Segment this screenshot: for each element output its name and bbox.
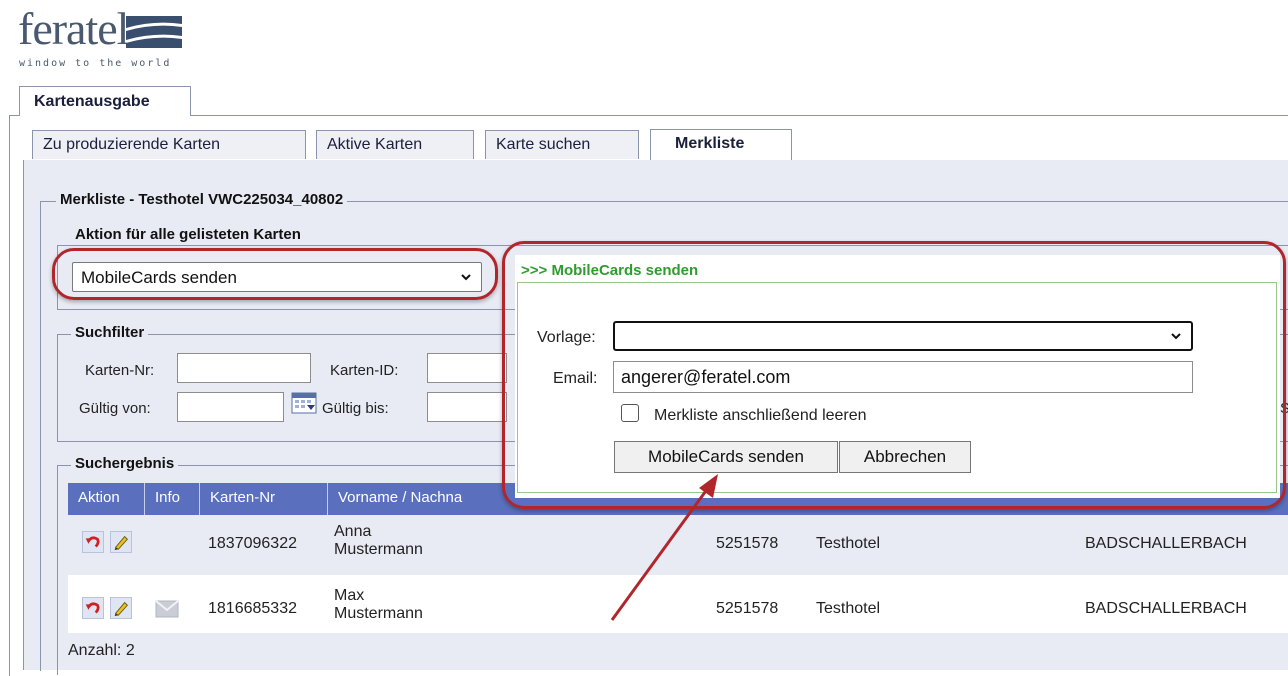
suchergebnis-legend: Suchergebnis bbox=[71, 455, 179, 472]
karten-id-label: Karten-ID: bbox=[330, 362, 399, 379]
nachname: Mustermann bbox=[334, 605, 423, 622]
name-cell: Max Mustermann bbox=[334, 587, 423, 623]
col-karten-nr[interactable]: Karten-Nr bbox=[200, 483, 328, 515]
col-info[interactable]: Info bbox=[145, 483, 200, 515]
tab-kartenausgabe[interactable]: Kartenausgabe bbox=[19, 86, 191, 116]
tab-merkliste[interactable]: Merkliste bbox=[650, 129, 792, 160]
ort-cell: BADSCHALLERBACH bbox=[1085, 535, 1247, 552]
karten-nr-label: Karten-Nr: bbox=[85, 362, 155, 379]
gueltig-bis-label: Gültig bis: bbox=[322, 400, 389, 417]
feratel-logo-text: feratel bbox=[18, 3, 129, 54]
gueltig-von-label: Gültig von: bbox=[79, 400, 151, 417]
tab-zu-produzierende-karten[interactable]: Zu produzierende Karten bbox=[32, 130, 306, 159]
name-cell: Anna Mustermann bbox=[334, 523, 423, 559]
edit-pencil-icon[interactable] bbox=[110, 597, 132, 619]
result-count: Anzahl: 2 bbox=[68, 642, 135, 659]
karten-nr-input[interactable] bbox=[177, 353, 311, 383]
gueltig-von-input[interactable] bbox=[177, 392, 284, 422]
karten-nr-cell: 1816685332 bbox=[208, 600, 297, 617]
gueltig-bis-input[interactable] bbox=[427, 392, 507, 422]
karten-nr-cell: 1837096322 bbox=[208, 535, 297, 552]
hotel-cell: Testhotel bbox=[816, 600, 881, 617]
undo-icon[interactable] bbox=[82, 597, 104, 619]
aktion-legend: Aktion für alle gelisteten Karten bbox=[71, 226, 305, 243]
arrow-annotation-icon bbox=[610, 474, 718, 621]
vorname: Anna bbox=[334, 523, 372, 540]
edit-pencil-icon[interactable] bbox=[110, 531, 132, 553]
envelope-icon[interactable] bbox=[155, 600, 179, 618]
hotel-cell: Testhotel bbox=[816, 535, 881, 552]
ort-cell: BADSCHALLERBACH bbox=[1085, 600, 1247, 617]
tab-karte-suchen[interactable]: Karte suchen bbox=[485, 130, 639, 159]
tab-aktive-karten[interactable]: Aktive Karten bbox=[316, 130, 474, 159]
undo-icon[interactable] bbox=[82, 531, 104, 553]
karten-id-input[interactable] bbox=[427, 353, 507, 383]
merkliste-legend: Merkliste - Testhotel VWC225034_40802 bbox=[56, 191, 348, 208]
col-aktion[interactable]: Aktion bbox=[68, 483, 145, 515]
feratel-tagline: window to the world bbox=[19, 58, 172, 69]
feratel-logo-icon bbox=[126, 16, 182, 48]
highlight-aktion-select bbox=[52, 248, 498, 300]
vorname: Max bbox=[334, 587, 365, 604]
nachname: Mustermann bbox=[334, 541, 423, 558]
suchfilter-legend: Suchfilter bbox=[71, 324, 149, 341]
calendar-icon[interactable] bbox=[291, 392, 317, 414]
